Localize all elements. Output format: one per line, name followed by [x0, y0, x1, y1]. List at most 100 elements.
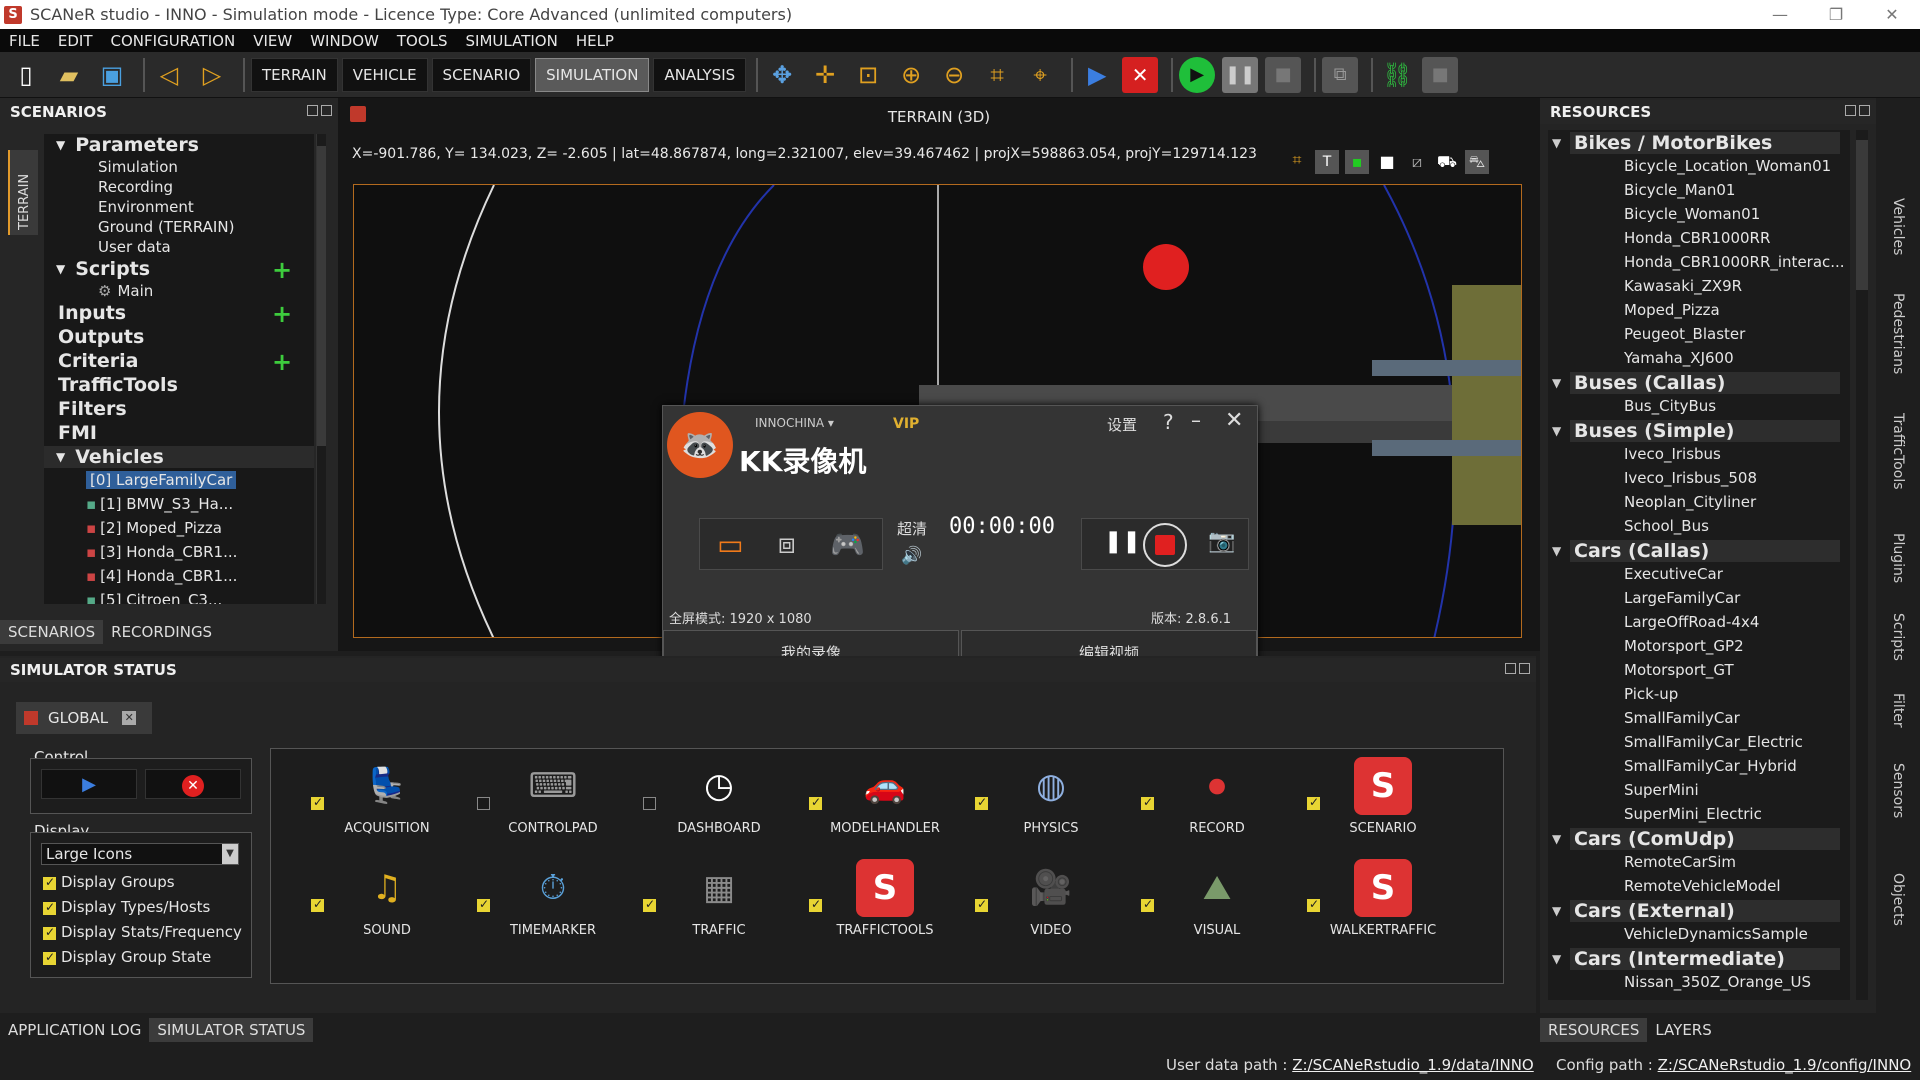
- menu-configuration[interactable]: CONFIGURATION: [102, 32, 245, 50]
- config-path-link[interactable]: Z:/SCANeRstudio_1.9/config/INNO: [1658, 1056, 1912, 1074]
- back-arrow-icon[interactable]: ◁: [151, 57, 187, 93]
- float-icon[interactable]: [1845, 105, 1856, 116]
- move-icon[interactable]: ✛: [807, 57, 843, 93]
- resource-item[interactable]: RemoteCarSim: [1624, 853, 1736, 871]
- vehicle-item-5[interactable]: ▪ [5] Citroen_C3...: [86, 591, 222, 604]
- module-walkertraffic[interactable]: S WALKERTRAFFIC: [1303, 859, 1463, 938]
- tree-filters[interactable]: Filters: [58, 398, 127, 420]
- resource-item[interactable]: School_Bus: [1624, 517, 1709, 535]
- vehicle-item-1[interactable]: ▪ [1] BMW_S3_Ha...: [86, 495, 233, 513]
- tab-resources[interactable]: RESOURCES: [1540, 1018, 1648, 1042]
- resource-item[interactable]: Bicycle_Man01: [1624, 181, 1735, 199]
- target-icon[interactable]: ⌖: [1022, 57, 1058, 93]
- zoom-fit-icon[interactable]: ⊡: [850, 57, 886, 93]
- resource-item[interactable]: SuperMini: [1624, 781, 1699, 799]
- link-icon[interactable]: ⛓: [1379, 57, 1415, 93]
- window-mode-icon[interactable]: ⧈: [778, 527, 796, 561]
- stop-simulation-button[interactable]: ✕: [145, 769, 241, 799]
- module-acquisition[interactable]: 💺 ACQUISITION: [307, 757, 467, 836]
- resource-item[interactable]: Kawasaki_ZX9R: [1624, 277, 1742, 295]
- menu-tools[interactable]: TOOLS: [388, 32, 457, 50]
- module-traffictools[interactable]: S TRAFFICTOOLS: [805, 859, 965, 938]
- side-tab-traffictools[interactable]: TrafficTools: [1890, 413, 1906, 490]
- module-sound[interactable]: ♫ SOUND: [307, 859, 467, 938]
- resource-group[interactable]: Buses (Callas): [1570, 372, 1840, 394]
- resource-item[interactable]: Bicycle_Woman01: [1624, 205, 1760, 223]
- module-physics[interactable]: ◍ PHYSICS: [971, 757, 1131, 836]
- chevron-down-icon[interactable]: ▼: [1552, 376, 1561, 390]
- resource-item[interactable]: Motorsport_GT: [1624, 661, 1734, 679]
- tab-simulator-status[interactable]: SIMULATOR STATUS: [149, 1018, 314, 1042]
- resource-item[interactable]: Motorsport_GP2: [1624, 637, 1744, 655]
- module-scenario[interactable]: S SCENARIO: [1303, 757, 1463, 836]
- save-icon[interactable]: ▣: [94, 57, 130, 93]
- stop-icon[interactable]: ■: [1265, 56, 1302, 93]
- kk-help-button[interactable]: ?: [1163, 410, 1174, 434]
- run-icon[interactable]: ▶: [1079, 57, 1115, 93]
- display-select[interactable]: Large Icons ▼: [41, 843, 239, 865]
- chevron-down-icon[interactable]: ▼: [1552, 832, 1561, 846]
- tab-recordings[interactable]: RECORDINGS: [103, 620, 220, 644]
- chevron-down-icon[interactable]: ▼: [1552, 904, 1561, 918]
- close-tab-icon[interactable]: ✕: [122, 711, 137, 725]
- forward-arrow-icon[interactable]: ▷: [194, 57, 230, 93]
- resource-group[interactable]: Bikes / MotorBikes: [1570, 132, 1840, 154]
- resource-item[interactable]: Pick-up: [1624, 685, 1678, 703]
- display-stats-checkbox[interactable]: [43, 925, 56, 940]
- add-script-icon[interactable]: +: [272, 256, 292, 284]
- tree-scripts[interactable]: ▼ Scripts: [56, 258, 150, 280]
- side-tab-pedestrians[interactable]: Pedestrians: [1890, 293, 1906, 374]
- vehicle-item-3[interactable]: ▪ [3] Honda_CBR1...: [86, 543, 237, 561]
- resource-item[interactable]: Iveco_Irisbus: [1624, 445, 1721, 463]
- zoom-out-icon[interactable]: ⊖: [936, 57, 972, 93]
- resource-item[interactable]: Honda_CBR1000RR_interac...: [1624, 253, 1845, 271]
- resource-item[interactable]: Yamaha_XJ600: [1624, 349, 1734, 367]
- resource-item[interactable]: ExecutiveCar: [1624, 565, 1723, 583]
- zoom-extent-icon[interactable]: ⌗: [979, 57, 1015, 93]
- resource-group[interactable]: Cars (External): [1570, 900, 1840, 922]
- resource-item[interactable]: RemoteVehicleModel: [1624, 877, 1781, 895]
- side-tab-scripts[interactable]: Scripts: [1890, 613, 1906, 661]
- close-panel-icon[interactable]: [1519, 663, 1530, 674]
- module-visual[interactable]: ⛰ VISUAL: [1137, 859, 1297, 938]
- tree-item-recording[interactable]: Recording: [98, 178, 173, 196]
- resources-scrollbar[interactable]: [1856, 130, 1868, 1000]
- resource-item[interactable]: LargeOffRoad-4x4: [1624, 613, 1759, 631]
- edit-icon[interactable]: ⧄: [1405, 150, 1429, 174]
- resource-item[interactable]: Bus_CityBus: [1624, 397, 1716, 415]
- vehicle-marker[interactable]: [1143, 244, 1189, 290]
- side-tab-vehicles[interactable]: Vehicles: [1890, 198, 1906, 255]
- resource-item[interactable]: SmallFamilyCar_Hybrid: [1624, 757, 1797, 775]
- mode-simulation-button[interactable]: SIMULATION: [535, 57, 650, 92]
- play-icon[interactable]: ▶: [1179, 56, 1216, 93]
- user-data-path-link[interactable]: Z:/SCANeRstudio_1.9/data/INNO: [1292, 1056, 1534, 1074]
- game-mode-icon[interactable]: 🎮: [830, 528, 865, 561]
- white-square-icon[interactable]: ■: [1375, 150, 1399, 174]
- resource-item[interactable]: Iveco_Irisbus_508: [1624, 469, 1757, 487]
- display-types-checkbox[interactable]: [43, 900, 56, 915]
- close-window-button[interactable]: ✕: [1864, 0, 1920, 29]
- tree-criteria[interactable]: Criteria: [58, 350, 139, 372]
- menu-edit[interactable]: EDIT: [49, 32, 102, 50]
- pan-icon[interactable]: ✥: [764, 57, 800, 93]
- tree-traffictools[interactable]: TrafficTools: [58, 374, 178, 396]
- tab-layers[interactable]: LAYERS: [1647, 1018, 1719, 1042]
- restore-button[interactable]: ❐: [1808, 0, 1864, 29]
- mode-vehicle-button[interactable]: VEHICLE: [341, 57, 428, 92]
- tab-application-log[interactable]: APPLICATION LOG: [0, 1018, 149, 1042]
- float-icon[interactable]: [1505, 663, 1516, 674]
- mode-scenario-button[interactable]: SCENARIO: [431, 57, 532, 92]
- tree-parameters[interactable]: ▼ Parameters: [56, 134, 199, 156]
- close-panel-icon[interactable]: [321, 105, 332, 116]
- resource-group[interactable]: Cars (Intermediate): [1570, 948, 1840, 970]
- chevron-down-icon[interactable]: ▼: [1552, 544, 1561, 558]
- resource-item[interactable]: LargeFamilyCar: [1624, 589, 1740, 607]
- resource-group[interactable]: Cars (ComUdp): [1570, 828, 1840, 850]
- terrain-side-tab[interactable]: TERRAIN: [8, 150, 38, 235]
- fullscreen-mode-icon[interactable]: ▭: [717, 528, 743, 561]
- tree-item-user-data[interactable]: User data: [98, 238, 171, 256]
- tree-inputs[interactable]: Inputs: [58, 302, 126, 324]
- tree-item-ground[interactable]: Ground (TERRAIN): [98, 218, 234, 236]
- tree-item-main[interactable]: ⚙ Main: [98, 282, 153, 300]
- volume-icon[interactable]: 🔊: [901, 546, 922, 566]
